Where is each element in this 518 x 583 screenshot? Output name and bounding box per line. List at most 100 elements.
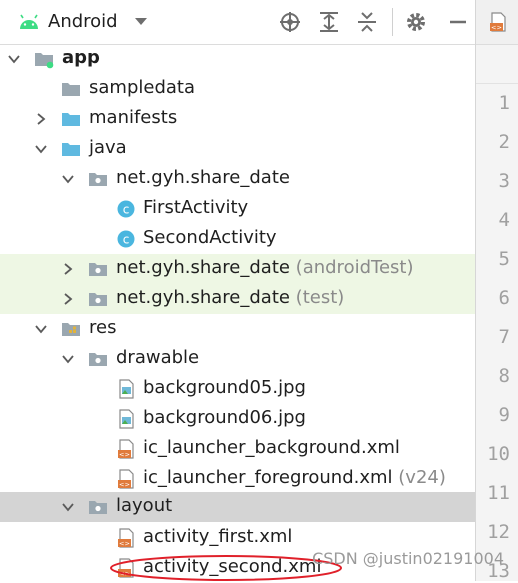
chevron-down-icon[interactable] [6, 51, 22, 67]
tree-row-label: background06.jpg [143, 407, 306, 428]
tree-row-text: net.gyh.share_date (test) [116, 287, 344, 308]
tree-row-ic-launcher-foreground[interactable]: <> ic_launcher_foreground.xml (v24) [0, 464, 475, 494]
tree-row-background05[interactable]: background05.jpg [0, 374, 475, 404]
tree-row-label: SecondActivity [143, 227, 277, 248]
tree-row-sampledata[interactable]: sampledata [0, 74, 475, 104]
xml-file-icon: <> [118, 439, 134, 459]
tree-row-label: res [89, 317, 117, 338]
tree-row-drawable[interactable]: drawable [0, 344, 475, 374]
tree-row-label: FirstActivity [143, 197, 249, 218]
tree-row-firstactivity[interactable]: c FirstActivity [0, 194, 475, 224]
red-annotation-ellipse [110, 555, 342, 581]
res-folder-icon [62, 323, 80, 336]
tree-row-layout[interactable]: layout [0, 492, 475, 522]
xml-file-icon: <> [490, 12, 506, 32]
tree-row-text: net.gyh.share_date (androidTest) [116, 257, 413, 278]
package-icon [89, 293, 107, 306]
tree-row-label: java [89, 137, 127, 158]
tree-row-suffix: (test) [289, 287, 345, 308]
xml-file-icon: <> [118, 469, 134, 489]
svg-text:<>: <> [119, 481, 130, 489]
tree-row-label: background05.jpg [143, 377, 306, 398]
watermark: CSDN @justin02191004 [312, 549, 504, 568]
module-folder-icon [35, 53, 54, 69]
package-icon [89, 263, 107, 276]
line-number: 9 [498, 404, 510, 426]
svg-text:c: c [123, 233, 130, 247]
tree-row-package-test[interactable]: net.gyh.share_date (test) [0, 284, 475, 314]
collapse-all-icon[interactable] [355, 10, 379, 34]
tree-row-package-androidtest[interactable]: net.gyh.share_date (androidTest) [0, 254, 475, 284]
tree-row-suffix: (v24) [392, 467, 446, 488]
tree-row-label: app [62, 47, 100, 68]
chevron-down-icon[interactable] [33, 321, 49, 337]
chevron-right-icon[interactable] [60, 291, 76, 307]
line-number: 1 [498, 92, 510, 114]
class-icon: c [117, 230, 135, 248]
project-toolbar: Android [0, 0, 475, 45]
tree-row-manifests[interactable]: manifests [0, 104, 475, 134]
editor-tab[interactable]: <> [476, 0, 518, 45]
chevron-right-icon[interactable] [33, 111, 49, 127]
folder-icon [62, 83, 80, 96]
svg-text:<>: <> [119, 540, 130, 548]
line-number: 3 [498, 170, 510, 192]
chevron-down-icon[interactable] [60, 499, 76, 515]
tree-row-label: manifests [89, 107, 178, 128]
tree-row-package-main[interactable]: net.gyh.share_date [0, 164, 475, 194]
class-icon: c [117, 200, 135, 218]
line-number: 8 [498, 365, 510, 387]
tree-row-java[interactable]: java [0, 134, 475, 164]
tree-row-background06[interactable]: background06.jpg [0, 404, 475, 434]
tree-row-label: ic_launcher_foreground.xml [143, 467, 393, 488]
folder-icon [62, 113, 80, 126]
editor-header-strip [476, 45, 518, 84]
line-number: 10 [487, 443, 510, 465]
package-icon [89, 173, 107, 186]
editor-gutter: <> 1 2 3 4 5 6 7 8 9 10 11 12 13 [475, 0, 518, 582]
package-icon [89, 501, 107, 514]
project-tree: app sampledata manifests java net.gyh.sh… [0, 44, 475, 581]
tree-row-text: ic_launcher_foreground.xml (v24) [143, 467, 446, 488]
xml-file-icon: <> [118, 528, 134, 548]
tree-row-label: sampledata [89, 77, 195, 98]
line-number: 7 [498, 326, 510, 348]
toolbar-divider [392, 8, 393, 36]
chevron-right-icon[interactable] [60, 261, 76, 277]
line-number: 2 [498, 131, 510, 153]
line-number: 11 [487, 482, 510, 504]
tree-row-app[interactable]: app [0, 44, 475, 74]
line-number: 4 [498, 209, 510, 231]
package-icon [89, 353, 107, 366]
expand-all-icon[interactable] [317, 10, 341, 34]
tree-row-label: activity_first.xml [143, 526, 293, 547]
tree-row-ic-launcher-background[interactable]: <> ic_launcher_background.xml [0, 434, 475, 464]
tree-row-label: drawable [116, 347, 200, 368]
line-number: 12 [487, 521, 510, 543]
line-number: 5 [498, 248, 510, 270]
chevron-down-icon[interactable] [60, 171, 76, 187]
tree-row-label: ic_launcher_background.xml [143, 437, 400, 458]
image-file-icon [119, 379, 134, 399]
tree-row-label: net.gyh.share_date [116, 287, 290, 308]
android-icon [20, 14, 38, 29]
tree-row-label: net.gyh.share_date [116, 167, 290, 188]
tree-row-secondactivity[interactable]: c SecondActivity [0, 224, 475, 254]
tree-row-label: layout [116, 495, 173, 516]
image-file-icon [119, 409, 134, 429]
line-number: 6 [498, 287, 510, 309]
svg-text:<>: <> [119, 451, 130, 459]
chevron-down-icon[interactable] [33, 141, 49, 157]
gear-icon[interactable] [404, 10, 428, 34]
project-view-label: Android [48, 11, 118, 32]
source-folder-icon [62, 143, 80, 156]
dropdown-caret-icon[interactable] [134, 17, 148, 26]
tree-row-res[interactable]: res [0, 314, 475, 344]
chevron-down-icon[interactable] [60, 351, 76, 367]
svg-text:<>: <> [491, 24, 502, 32]
project-view-selector[interactable]: Android [18, 11, 148, 32]
minimize-icon[interactable] [446, 10, 470, 34]
locate-target-icon[interactable] [278, 10, 302, 34]
tree-row-label: net.gyh.share_date [116, 257, 290, 278]
tree-row-suffix: (androidTest) [289, 257, 414, 278]
